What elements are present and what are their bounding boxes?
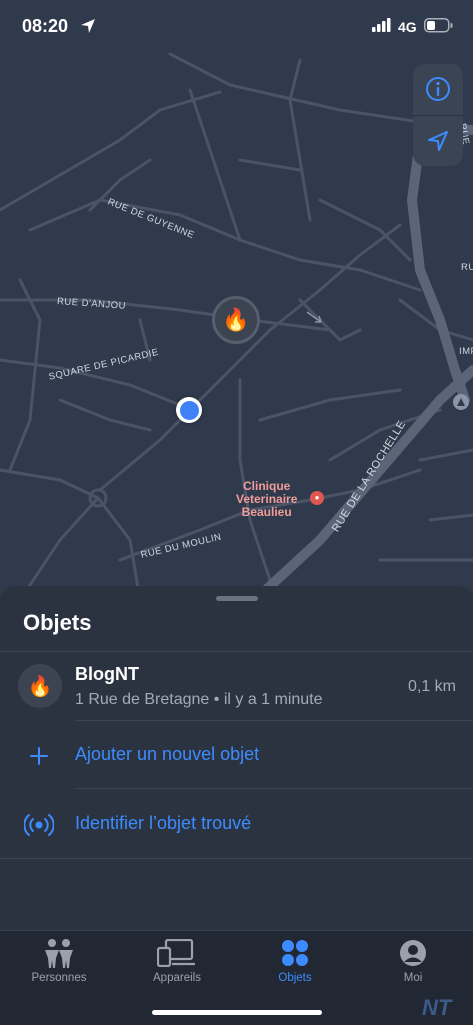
network-type: 4G (398, 19, 417, 35)
plus-icon (30, 747, 48, 765)
building-icon (453, 394, 469, 410)
fire-emoji-icon: 🔥 (27, 675, 53, 698)
tab-objets[interactable]: Objets (236, 937, 354, 993)
location-services-icon (81, 19, 95, 33)
item-avatar: 🔥 (18, 664, 62, 708)
add-item-button[interactable]: Ajouter un nouvel objet (0, 728, 473, 784)
tab-moi[interactable]: Moi (354, 937, 472, 993)
items-grid-icon (282, 940, 308, 966)
home-indicator[interactable] (152, 1010, 322, 1015)
fire-emoji-icon: 🔥 (222, 307, 250, 332)
people-icon (45, 939, 73, 968)
airtag-signal-icon (24, 814, 54, 836)
divider (75, 720, 473, 721)
map-controls (413, 64, 463, 166)
person-circle-icon (400, 940, 426, 966)
item-map-pin[interactable]: 🔥 (212, 296, 260, 344)
status-bar: 08:20 4G (0, 0, 473, 56)
battery-icon (424, 18, 453, 33)
devices-icon (157, 939, 195, 967)
direction-arrow-icon (306, 311, 322, 323)
street-label: RUE (461, 262, 473, 273)
poi-clinique[interactable]: Clinique Veterinaire Beaulieu ● (236, 480, 324, 519)
divider (0, 651, 473, 652)
item-distance: 0,1 km (407, 678, 456, 695)
identify-item-label: Identifier l’objet trouvé (75, 813, 252, 833)
sheet-grabber[interactable] (216, 596, 258, 601)
item-location-time: 1 Rue de Bretagne • il y a 1 minute (75, 691, 323, 708)
map-info-button[interactable] (413, 64, 463, 114)
divider (0, 858, 473, 859)
item-row-blognt[interactable]: 🔥 BlogNT 1 Rue de Bretagne • il y a 1 mi… (0, 658, 473, 722)
add-item-label: Ajouter un nouvel objet (75, 744, 260, 764)
tab-label: Personnes (31, 972, 87, 984)
location-arrow-icon (428, 131, 448, 151)
locate-me-button[interactable] (413, 116, 463, 166)
cellular-signal-icon (372, 18, 391, 32)
item-name: BlogNT (75, 664, 139, 684)
identify-found-item-button[interactable]: Identifier l’objet trouvé (0, 797, 473, 853)
tab-bar: Personnes Appareils Objets Moi NT (0, 930, 473, 1025)
tab-label: Moi (403, 972, 423, 984)
status-time: 08:20 (22, 16, 69, 36)
sheet-title: Objets (23, 610, 92, 635)
street-label: IMP (459, 346, 473, 357)
info-icon (426, 77, 450, 101)
map-view[interactable]: RUE DE GUYENNE RUE D'ANJOU SQUARE DE PIC… (0, 0, 473, 620)
divider (75, 788, 473, 789)
watermark-logo: NT (422, 995, 452, 1020)
paw-icon: ● (310, 491, 324, 505)
current-location-dot (176, 397, 202, 423)
poi-name-line3: Beaulieu (241, 505, 292, 519)
tab-label: Appareils (153, 972, 201, 984)
tab-personnes[interactable]: Personnes (0, 937, 118, 993)
tab-label: Objets (278, 972, 312, 984)
tab-appareils[interactable]: Appareils (118, 937, 236, 993)
